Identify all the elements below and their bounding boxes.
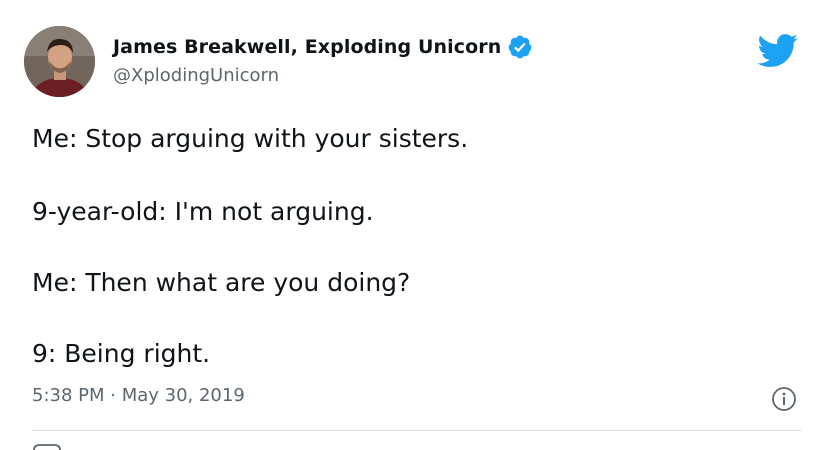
author-name[interactable]: James Breakwell, Exploding Unicorn — [113, 34, 533, 60]
twitter-bird-icon[interactable] — [757, 34, 799, 68]
tweet-text-line-2: 9-year-old: I'm not arguing. — [32, 197, 374, 226]
tweet-text-line-3: Me: Then what are you doing? — [32, 268, 411, 297]
verified-badge-icon — [508, 35, 532, 59]
tweet-text-line-1: Me: Stop arguing with your sisters. — [32, 124, 469, 153]
tweet-timestamp[interactable]: 5:38 PM · May 30, 2019 — [32, 385, 245, 406]
info-icon[interactable] — [771, 386, 797, 412]
avatar[interactable] — [24, 26, 95, 97]
tweet-text-line-4: 9: Being right. — [32, 339, 211, 368]
profile-photo — [24, 26, 95, 97]
tweet-card: James Breakwell, Exploding Unicorn @Xplo… — [0, 0, 828, 450]
author-display-name[interactable]: James Breakwell, Exploding Unicorn — [113, 36, 501, 58]
reply-icon[interactable] — [32, 444, 62, 450]
author-handle[interactable]: @XplodingUnicorn — [113, 65, 279, 86]
tweet-divider — [32, 430, 801, 431]
